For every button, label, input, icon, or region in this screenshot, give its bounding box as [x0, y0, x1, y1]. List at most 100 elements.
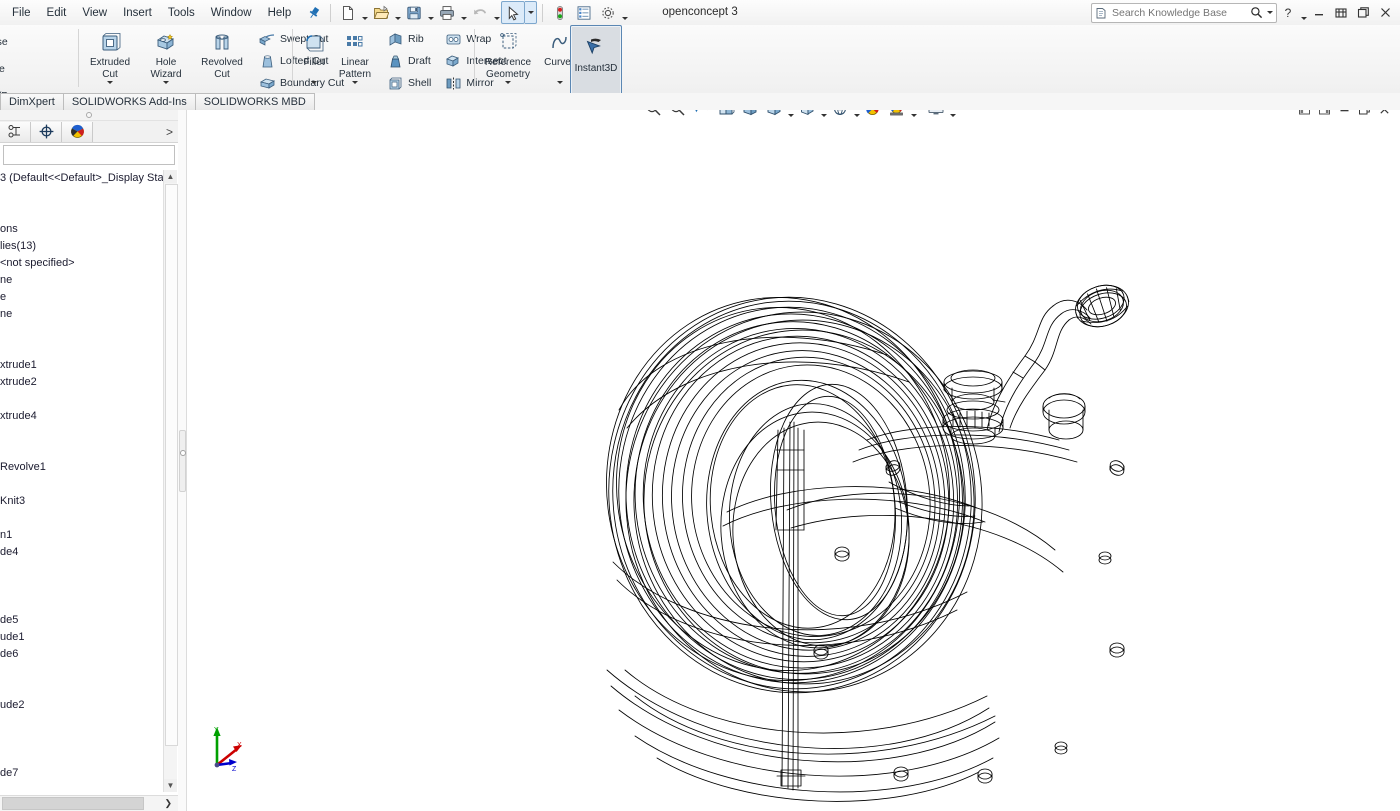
menu-tools[interactable]: Tools	[160, 3, 203, 23]
tab-solidworks-mbd[interactable]: SOLIDWORKS MBD	[195, 93, 315, 110]
undo-icon[interactable]	[468, 1, 492, 24]
gear-dropdown[interactable]	[620, 0, 629, 25]
solidworks-window: File Edit View Insert Tools Window Help	[0, 0, 1400, 811]
feature-tree-hscrollbar[interactable]: ❯	[0, 795, 178, 811]
tree-item-part-root[interactable]: 3 (Default<<Default>_Display State 1>	[0, 170, 169, 187]
linear-pattern-dropdown-icon[interactable]	[352, 81, 358, 84]
scroll-down-arrow[interactable]: ▼	[164, 779, 177, 792]
linear-pattern-button[interactable]: Linear Pattern	[332, 25, 378, 85]
titlebar-right-group: ?	[1091, 0, 1396, 25]
select-arrow-dropdown[interactable]	[525, 1, 537, 24]
curves-dropdown-icon[interactable]	[557, 81, 563, 84]
save-icon[interactable]	[402, 1, 426, 24]
vscroll-thumb[interactable]	[165, 184, 178, 746]
fillet-dropdown-icon[interactable]	[311, 81, 317, 84]
gear-icon[interactable]	[596, 1, 620, 24]
tree-item-cut-extrude4[interactable]: de4	[0, 544, 169, 561]
tree-item-annotations[interactable]: ons	[0, 221, 169, 238]
rib-button[interactable]: Rib	[382, 28, 436, 50]
new-document-dropdown[interactable]	[360, 0, 369, 25]
property-manager-tab[interactable]	[31, 122, 62, 142]
minimize-button[interactable]	[1308, 2, 1330, 23]
tree-item-right-plane[interactable]: ne	[0, 306, 169, 323]
panel-expand-icon[interactable]: >	[166, 125, 173, 139]
search-knowledge-base[interactable]	[1091, 3, 1277, 23]
tree-item-cut-extrude5[interactable]: de5	[0, 612, 169, 629]
draft-label: Draft	[408, 55, 431, 67]
help-button[interactable]: ?	[1277, 2, 1299, 23]
select-arrow-icon[interactable]	[501, 1, 525, 24]
menu-edit[interactable]: Edit	[39, 3, 75, 23]
menu-insert[interactable]: Insert	[115, 3, 160, 23]
linear-pattern-icon	[344, 30, 366, 56]
reference-geometry-dropdown-icon[interactable]	[505, 81, 511, 84]
search-dropdown-icon[interactable]	[1265, 6, 1274, 20]
tree-item-boss-extrude1[interactable]: ude1	[0, 629, 169, 646]
hscroll-right-arrow[interactable]: ❯	[160, 798, 176, 809]
save-dropdown[interactable]	[426, 0, 435, 25]
menu-window[interactable]: Window	[203, 3, 260, 23]
pin-icon[interactable]	[305, 4, 323, 22]
tab-solidworks-addins[interactable]: SOLIDWORKS Add-Ins	[63, 93, 196, 110]
close-button[interactable]	[1374, 2, 1396, 23]
file-properties-icon[interactable]	[572, 1, 596, 24]
panel-grip[interactable]	[0, 110, 178, 121]
tree-item-solid-bodies[interactable]: lies(13)	[0, 238, 169, 255]
revolved-cut-button[interactable]: Revolved Cut	[194, 25, 250, 81]
hscroll-thumb[interactable]	[2, 797, 144, 810]
tree-item-front-plane[interactable]: ne	[0, 272, 169, 289]
menu-file[interactable]: File	[4, 3, 39, 23]
feature-manager-tab[interactable]	[0, 122, 31, 142]
tree-item-boss-extrude2[interactable]: ude2	[0, 697, 169, 714]
hole-wizard-dropdown-icon[interactable]	[163, 81, 169, 84]
tree-item-extrude2[interactable]: xtrude2	[0, 374, 169, 391]
fillet-button[interactable]: Fillet	[296, 25, 332, 85]
search-input[interactable]	[1110, 6, 1249, 20]
extruded-cut-button[interactable]: Extruded Cut	[82, 25, 138, 85]
tree-item-top-plane[interactable]: e	[0, 289, 169, 306]
tree-item-knit3[interactable]: Knit3	[0, 493, 169, 510]
tree-item-extrude1[interactable]: xtrude1	[0, 357, 169, 374]
feature-tree[interactable]: 3 (Default<<Default>_Display State 1> ons…	[0, 170, 169, 792]
open-folder-icon[interactable]	[369, 1, 393, 24]
rebuild-icon[interactable]	[548, 1, 572, 24]
tree-item-extrude4[interactable]: xtrude4	[0, 408, 169, 425]
tree-item-plane1[interactable]: n1	[0, 527, 169, 544]
display-manager-tab[interactable]	[62, 122, 93, 142]
extruded-cut-icon	[99, 30, 121, 56]
tree-item-cut-extrude6[interactable]: de6	[0, 646, 169, 663]
reference-geometry-button[interactable]: Reference Geometry	[478, 25, 538, 85]
feature-filter-input[interactable]	[3, 145, 175, 165]
undo-dropdown[interactable]	[492, 0, 501, 25]
print-dropdown[interactable]	[459, 0, 468, 25]
intersect-icon	[443, 52, 463, 70]
draft-button[interactable]: Draft	[382, 50, 436, 72]
splitter-handle[interactable]	[179, 430, 186, 492]
graphics-area[interactable]: Y X Z	[187, 110, 1400, 811]
tree-item-revolve1[interactable]: Revolve1	[0, 459, 169, 476]
scroll-up-arrow[interactable]: ▲	[164, 170, 177, 183]
hole-wizard-button[interactable]: Hole Wizard	[138, 25, 194, 85]
new-document-icon[interactable]	[336, 1, 360, 24]
menu-view[interactable]: View	[74, 3, 115, 23]
extruded-cut-dropdown-icon[interactable]	[107, 81, 113, 84]
feature-tree-vscrollbar[interactable]: ▲ ▼	[163, 170, 177, 792]
shell-button[interactable]: Shell	[382, 72, 436, 94]
restore-button[interactable]	[1330, 2, 1352, 23]
tree-item-material[interactable]: <not specified>	[0, 255, 169, 272]
menu-help[interactable]: Help	[260, 3, 300, 23]
cad-wireframe-model[interactable]	[187, 110, 1400, 811]
lofted-boss-base-button[interactable]: ed Boss/Base	[0, 55, 30, 82]
tab-dimxpert[interactable]: DimXpert	[0, 93, 64, 110]
tree-item-cut-extrude7[interactable]: de7	[0, 765, 169, 782]
instant3d-button[interactable]: Instant3D	[570, 25, 622, 94]
swept-boss-base-button[interactable]: ept Boss/Base	[0, 28, 30, 55]
search-icon[interactable]	[1249, 6, 1263, 20]
print-icon[interactable]	[435, 1, 459, 24]
help-dropdown-icon[interactable]	[1299, 0, 1308, 25]
ribbon-toolbar: ept Boss/Base ed Boss/Base	[0, 25, 1400, 94]
maximize-button[interactable]	[1352, 2, 1374, 23]
panel-splitter[interactable]	[178, 110, 187, 811]
open-folder-dropdown[interactable]	[393, 0, 402, 25]
triad-x-label: X	[237, 742, 242, 749]
